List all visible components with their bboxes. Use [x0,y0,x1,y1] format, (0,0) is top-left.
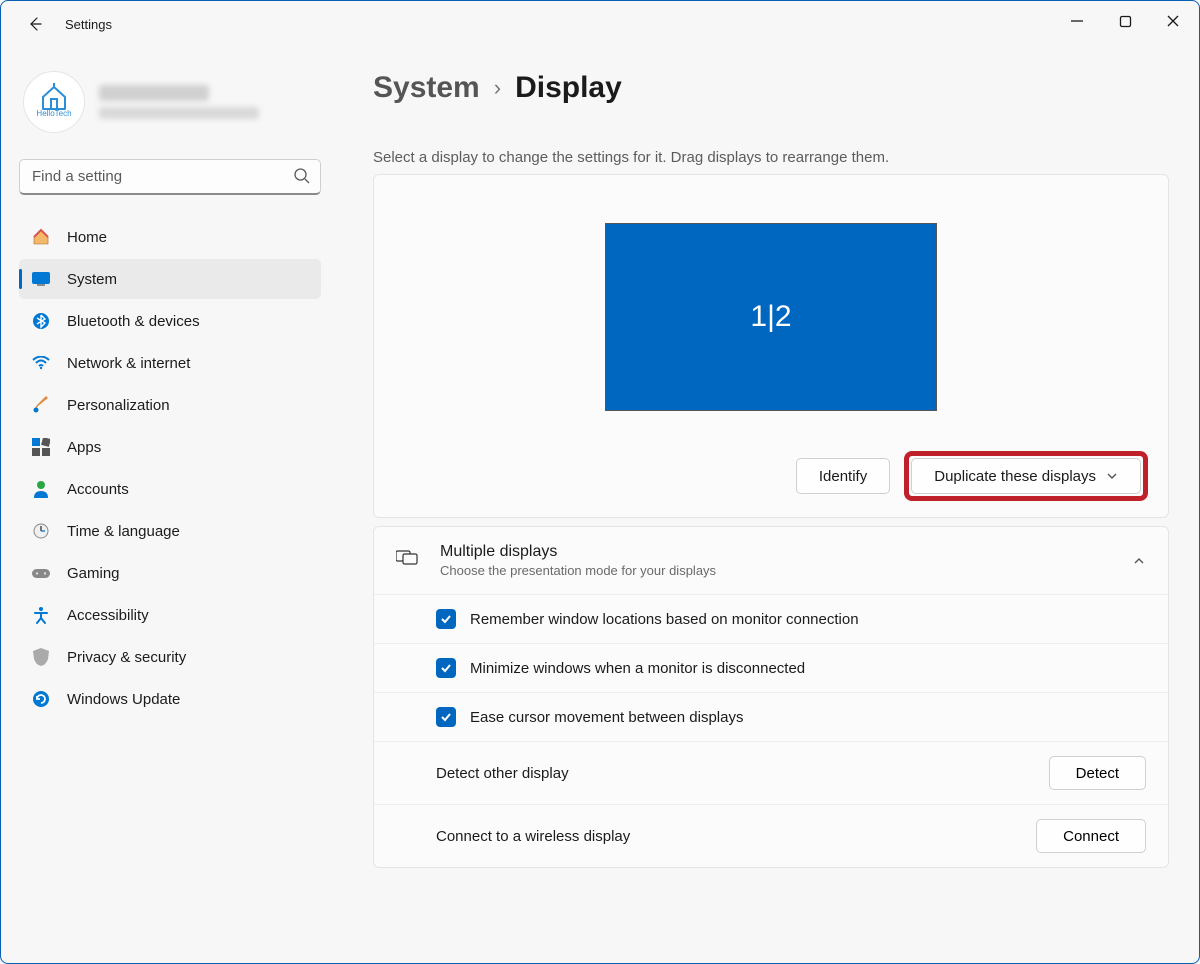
gamepad-icon [31,563,51,583]
sidebar-item-label: Gaming [67,565,120,582]
sidebar-item-time[interactable]: Time & language [19,511,321,551]
row-label: Connect to a wireless display [436,828,630,845]
check-icon [440,711,452,723]
house-icon [39,83,69,111]
option-remember-row: Remember window locations based on monit… [374,594,1168,643]
account-block[interactable]: HelloTech [19,61,321,159]
checkbox-ease[interactable] [436,707,456,727]
sidebar-item-system[interactable]: System [19,259,321,299]
avatar-label: HelloTech [36,109,71,118]
person-icon [31,479,51,499]
search-input[interactable] [19,159,321,195]
chevron-down-icon [1106,470,1118,482]
system-icon [31,269,51,289]
bluetooth-icon [31,311,51,331]
main-content: System › Display Select a display to cha… [339,47,1199,963]
wifi-icon [31,353,51,373]
check-icon [440,613,452,625]
sidebar-item-accessibility[interactable]: Accessibility [19,595,321,635]
sidebar-item-label: Accounts [67,481,129,498]
chevron-right-icon: › [494,75,501,101]
clock-icon [31,521,51,541]
sidebar-item-accounts[interactable]: Accounts [19,469,321,509]
avatar: HelloTech [23,71,85,133]
checkbox-remember[interactable] [436,609,456,629]
chevron-up-icon [1132,554,1146,568]
option-label: Ease cursor movement between displays [470,709,743,726]
detect-button[interactable]: Detect [1049,756,1146,790]
sidebar-item-label: Apps [67,439,101,456]
multiple-displays-group: Multiple displays Choose the presentatio… [373,526,1169,868]
back-button[interactable] [19,8,51,40]
sidebar-item-label: Windows Update [67,691,180,708]
multiple-displays-header[interactable]: Multiple displays Choose the presentatio… [374,527,1168,594]
sidebar: HelloTech Home System [1,47,339,963]
displays-icon [396,549,418,572]
sidebar-item-bluetooth[interactable]: Bluetooth & devices [19,301,321,341]
sidebar-item-home[interactable]: Home [19,217,321,257]
minimize-button[interactable] [1065,9,1089,33]
sidebar-item-label: System [67,271,117,288]
breadcrumb-current: Display [515,71,622,105]
option-ease-row: Ease cursor movement between displays [374,692,1168,741]
sidebar-item-label: Personalization [67,397,170,414]
monitor-tile[interactable]: 1|2 [605,223,937,411]
search-icon [293,167,311,190]
detect-row: Detect other display Detect [374,741,1168,804]
sidebar-item-personalization[interactable]: Personalization [19,385,321,425]
settings-window: Settings HelloTech [0,0,1200,964]
check-icon [440,662,452,674]
identify-button[interactable]: Identify [796,458,890,494]
row-label: Detect other display [436,765,569,782]
update-icon [31,689,51,709]
option-label: Remember window locations based on monit… [470,611,859,628]
sidebar-item-apps[interactable]: Apps [19,427,321,467]
breadcrumb: System › Display [373,71,1169,105]
apps-icon [31,437,51,457]
sidebar-item-network[interactable]: Network & internet [19,343,321,383]
option-minimize-row: Minimize windows when a monitor is disco… [374,643,1168,692]
brush-icon [31,395,51,415]
sidebar-item-label: Home [67,229,107,246]
highlight-box: Duplicate these displays [904,451,1148,501]
display-arrangement-panel: 1|2 Identify Duplicate these displays [373,174,1169,518]
maximize-button[interactable] [1113,9,1137,33]
group-subtitle: Choose the presentation mode for your di… [440,563,1110,578]
monitor-label: 1|2 [750,300,791,334]
window-title: Settings [65,17,112,32]
breadcrumb-parent[interactable]: System [373,71,480,105]
nav: Home System Bluetooth & devices Network … [19,217,321,719]
titlebar: Settings [1,1,1199,47]
maximize-icon [1119,15,1132,28]
sidebar-item-label: Bluetooth & devices [67,313,200,330]
search-box[interactable] [19,159,321,195]
helper-text: Select a display to change the settings … [373,149,1169,166]
sidebar-item-label: Time & language [67,523,180,540]
account-text [99,85,259,119]
arrow-left-icon [27,16,43,32]
wireless-row: Connect to a wireless display Connect [374,804,1168,867]
sidebar-item-privacy[interactable]: Privacy & security [19,637,321,677]
shield-icon [31,647,51,667]
minimize-icon [1070,14,1084,28]
sidebar-item-label: Network & internet [67,355,190,372]
group-title: Multiple displays [440,543,1110,561]
sidebar-item-label: Accessibility [67,607,149,624]
accessibility-icon [31,605,51,625]
sidebar-item-gaming[interactable]: Gaming [19,553,321,593]
close-button[interactable] [1161,9,1185,33]
option-label: Minimize windows when a monitor is disco… [470,660,805,677]
home-icon [31,227,51,247]
close-icon [1166,14,1180,28]
checkbox-minimize[interactable] [436,658,456,678]
connect-button[interactable]: Connect [1036,819,1146,853]
sidebar-item-update[interactable]: Windows Update [19,679,321,719]
display-mode-dropdown[interactable]: Duplicate these displays [911,458,1141,494]
sidebar-item-label: Privacy & security [67,649,186,666]
